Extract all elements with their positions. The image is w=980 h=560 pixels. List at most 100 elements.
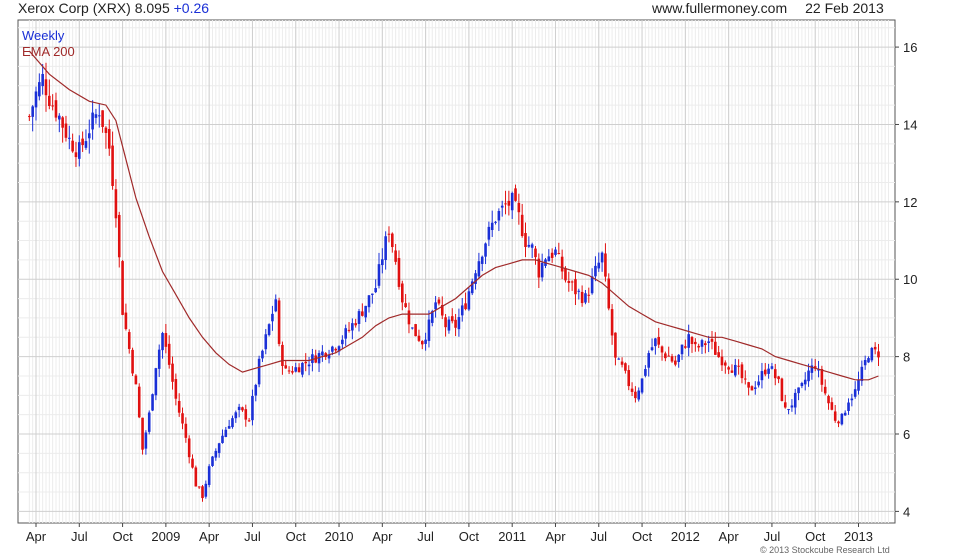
candle-body [77, 142, 81, 159]
candle-body [574, 279, 577, 295]
candle-body [44, 79, 48, 96]
candle-body [387, 233, 391, 235]
x-tick-label: Jul [71, 529, 88, 544]
candle-body [650, 347, 654, 351]
candle-body [853, 389, 857, 397]
candle-body [38, 82, 41, 97]
x-tick-label: Jul [590, 529, 607, 544]
candle-body [687, 334, 690, 348]
x-tick-label: Apr [719, 529, 740, 544]
candle-body [657, 336, 661, 345]
candle-body [737, 365, 740, 367]
candle-body [271, 313, 274, 322]
candle-body [377, 264, 381, 286]
candle-body [647, 353, 651, 368]
candle-body [800, 383, 804, 387]
candle-body [857, 380, 860, 391]
x-tick-label: Apr [26, 529, 47, 544]
candle-body [517, 202, 521, 213]
candle-body [58, 115, 61, 120]
candle-body [660, 346, 664, 353]
candle-body [294, 367, 298, 372]
candle-body [251, 396, 254, 421]
y-tick-label: 16 [903, 40, 917, 55]
candle-body [654, 338, 657, 347]
candle-body [381, 259, 384, 266]
candle-body [284, 365, 288, 369]
candle-body [321, 351, 324, 356]
candle-body [424, 339, 427, 344]
candle-body [28, 116, 31, 118]
candle-body [740, 364, 744, 379]
candle-body [64, 123, 68, 138]
candle-body [597, 262, 601, 269]
legend-ema-200: EMA 200 [22, 44, 75, 59]
x-tick-label: Apr [372, 529, 393, 544]
candle-body [840, 413, 844, 425]
candle-body [297, 367, 301, 373]
y-tick-label: 14 [903, 117, 917, 132]
candle-body [467, 291, 471, 310]
x-tick-label: Oct [286, 529, 307, 544]
candle-body [214, 450, 218, 458]
candle-body [74, 152, 78, 158]
candle-body [617, 358, 621, 360]
candle-body [254, 384, 258, 396]
candle-body [484, 243, 487, 257]
candle-body [843, 412, 847, 416]
candle-body [410, 327, 414, 329]
candle-body [827, 396, 830, 404]
candle-body [640, 378, 644, 393]
candle-body [371, 293, 374, 295]
candle-body [767, 368, 770, 374]
candle-body [281, 344, 284, 366]
candle-body [121, 261, 124, 315]
candle-body [500, 205, 504, 208]
x-tick-label: Jul [244, 529, 261, 544]
x-tick-label: Oct [459, 529, 480, 544]
candle-body [807, 370, 810, 382]
candle-body [331, 346, 334, 352]
chart-source-date: www.fullermoney.com 22 Feb 2013 [652, 0, 884, 16]
candle-body [144, 432, 148, 449]
candle-body [587, 294, 591, 296]
candle-body [684, 346, 687, 348]
candle-body [197, 486, 201, 488]
y-axis: 4 6 8 10 12 14 16 [895, 40, 917, 519]
candle-body [803, 379, 807, 385]
candle-body [570, 281, 574, 283]
candle-body [520, 214, 524, 236]
candle-body [174, 379, 178, 399]
x-tick-label: Oct [632, 529, 653, 544]
candle-body [111, 145, 114, 186]
candle-body [773, 369, 777, 379]
candle-body [863, 360, 867, 366]
candle-body [867, 358, 870, 363]
x-tick-label: 2012 [671, 529, 700, 544]
price-change: +0.26 [173, 0, 210, 16]
candle-body [560, 256, 564, 272]
candle-body [877, 351, 880, 358]
y-tick-label: 6 [903, 427, 910, 442]
chart-date: 22 Feb 2013 [805, 0, 884, 16]
candle-body [630, 388, 634, 392]
candle-body [727, 367, 730, 370]
candle-body [480, 256, 484, 264]
candle-body [81, 138, 84, 146]
candle-body [151, 394, 154, 411]
candle-body [690, 337, 694, 344]
candle-body [797, 387, 800, 394]
candle-body [704, 343, 707, 346]
ticker-title: Xerox Corp (XRX) 8.095 [18, 0, 170, 16]
candle-body [770, 366, 774, 369]
candle-body [261, 350, 264, 359]
candle-body [211, 456, 214, 466]
candle-body [760, 371, 764, 381]
candle-body [747, 382, 750, 388]
candle-body [450, 316, 454, 322]
candle-body [444, 317, 447, 328]
candle-body [487, 226, 491, 240]
candle-body [191, 458, 194, 468]
candle-body [873, 346, 877, 350]
candle-body [104, 127, 108, 133]
